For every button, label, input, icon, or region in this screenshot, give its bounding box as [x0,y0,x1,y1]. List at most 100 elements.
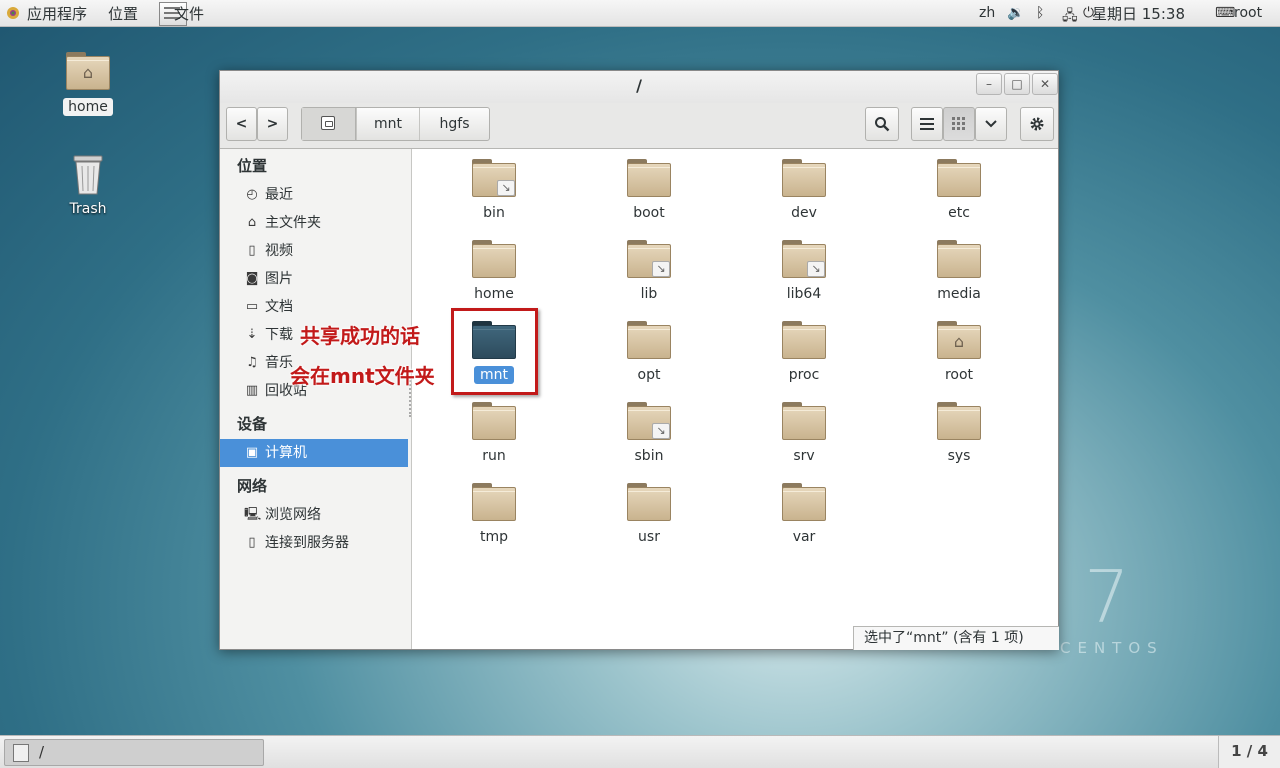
back-button[interactable]: < [226,107,257,141]
view-options-dropdown[interactable] [975,107,1007,141]
file-item-sbin[interactable]: ↘ sbin [594,402,704,465]
folder-icon [782,483,826,521]
network-icon[interactable]: 🖧 [1062,5,1078,29]
window-title: / [636,76,642,95]
trash-icon [73,155,103,195]
sidebar: 位置 ◴ 最近 ⌂ 主文件夹 ▯ 视频 ◙ 图片 ▭ 文档 ⇣ 下载 ♫ 音乐 ▥ 回收站 设备… [220,149,412,649]
file-item-bin[interactable]: ↘ bin [439,159,549,222]
path-segment-hgfs[interactable]: hgfs [419,108,489,140]
sidebar-item-connect-server[interactable]: ▯ 连接到服务器 [220,529,408,557]
folder-icon [627,159,671,197]
sidebar-header-places: 位置 [237,157,268,175]
home-emblem-icon: ⌂ [953,332,965,351]
files-app-icon [13,744,29,762]
list-view-button[interactable] [911,107,943,141]
maximize-button[interactable]: □ [1004,73,1030,95]
desktop-home[interactable]: ⌂ home [58,52,118,116]
chevron-down-icon [985,120,997,128]
folder-icon [782,402,826,440]
gear-icon [1030,117,1044,131]
folder-icon: ↘ [627,240,671,278]
file-name-label: usr [638,529,660,545]
computer-icon [321,116,335,130]
folder-icon: ↘ [472,159,516,197]
taskbar-window-label: / [39,743,45,761]
path-root-button[interactable] [302,108,356,140]
user-menu[interactable]: root [1234,5,1262,21]
minimize-button[interactable]: – [976,73,1002,95]
grid-view-button[interactable] [943,107,975,141]
symlink-emblem-icon: ↘ [807,261,825,277]
user-icon[interactable]: ⌨ [1215,5,1235,21]
close-button[interactable]: ✕ [1032,73,1058,95]
document-icon: ▭ [245,299,259,314]
file-name-label: boot [633,205,665,221]
file-item-boot[interactable]: boot [594,159,704,222]
folder-icon [472,240,516,278]
symlink-emblem-icon: ↘ [652,261,670,277]
folder-icon [937,159,981,197]
sidebar-item-documents[interactable]: ▭ 文档 [220,293,408,321]
file-item-usr[interactable]: usr [594,483,704,546]
input-method-indicator[interactable]: zh [979,5,995,21]
applications-menu[interactable]: 应用程序 [27,3,87,24]
volume-icon[interactable]: 🔉 [1007,5,1024,21]
annotation-text-line1: 共享成功的话 [300,324,420,348]
settings-button[interactable] [1020,107,1054,141]
file-item-media[interactable]: media [904,240,1014,303]
file-item-lib[interactable]: ↘ lib [594,240,704,303]
sidebar-item-pictures[interactable]: ◙ 图片 [220,265,408,293]
download-icon: ⇣ [246,327,258,342]
sidebar-item-computer[interactable]: ▣ 计算机 [220,439,408,467]
bluetooth-icon[interactable]: ᛒ [1036,5,1044,21]
folder-icon [937,240,981,278]
file-item-sys[interactable]: sys [904,402,1014,465]
files-app-menu[interactable]: 文件 [174,3,204,24]
forward-button[interactable]: > [257,107,288,141]
file-name-label: lib [640,286,658,302]
file-item-srv[interactable]: srv [749,402,859,465]
sidebar-item-recent[interactable]: ◴ 最近 [220,181,408,209]
file-item-etc[interactable]: etc [904,159,1014,222]
path-segment-mnt[interactable]: mnt [356,108,419,140]
home-folder-icon: ⌂ [937,321,981,359]
sidebar-item-browse-network[interactable]: 🖳 浏览网络 [220,501,408,529]
sidebar-header-devices: 设备 [237,415,268,433]
file-item-proc[interactable]: proc [749,321,859,384]
file-name-label: proc [788,367,820,383]
server-icon: ▯ [248,535,256,550]
computer-icon: ▣ [245,445,259,460]
file-item-root[interactable]: ⌂ root [904,321,1014,384]
file-item-var[interactable]: var [749,483,859,546]
file-item-lib64[interactable]: ↘ lib64 [749,240,859,303]
file-item-run[interactable]: run [439,402,549,465]
taskbar-window-button[interactable]: / [4,739,264,766]
places-menu[interactable]: 位置 [108,3,138,24]
desktop-trash[interactable]: Trash [58,152,118,218]
file-name-label: run [482,448,506,464]
file-name-label: media [937,286,981,302]
sidebar-item-home[interactable]: ⌂ 主文件夹 [220,209,408,237]
file-item-home[interactable]: home [439,240,549,303]
file-name-label: bin [483,205,505,221]
symlink-emblem-icon: ↘ [497,180,515,196]
folder-icon [472,483,516,521]
clock[interactable]: 星期日 15:38 [1092,3,1185,24]
network-icon: 🖳 [244,507,262,522]
file-item-opt[interactable]: opt [594,321,704,384]
file-item-tmp[interactable]: tmp [439,483,549,546]
sidebar-item-videos[interactable]: ▯ 视频 [220,237,408,265]
title-bar[interactable]: / – □ ✕ [220,71,1058,103]
file-name-label: var [792,529,816,545]
home-icon: ⌂ [247,215,257,230]
search-button[interactable] [865,107,899,141]
annotation-text-line2: 会在mnt文件夹 [290,364,435,388]
clock-icon: ◴ [246,187,258,202]
file-item-dev[interactable]: dev [749,159,859,222]
file-name-label: etc [948,205,970,221]
workspace-indicator[interactable]: 1 / 4 [1218,736,1280,768]
trash-icon: ▥ [245,383,259,398]
annotation-highlight-box [451,308,538,395]
file-name-label: tmp [479,529,508,545]
camera-icon: ◙ [245,271,259,286]
